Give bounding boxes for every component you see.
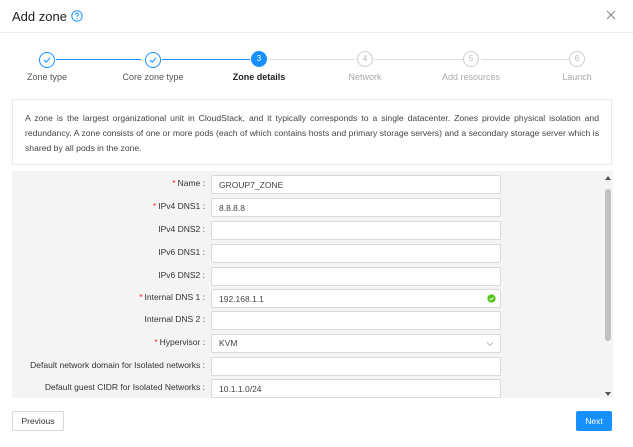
dialog-header: Add zone [12, 8, 83, 24]
step-connector [268, 59, 355, 60]
field-label: Internal DNS 2 : [144, 314, 205, 324]
steps-bar: Zone type Core zone type 3 Zone details … [0, 50, 633, 90]
step-number: 4 [357, 51, 373, 67]
check-icon [39, 52, 55, 68]
internal-dns2-input[interactable] [211, 311, 501, 330]
required-mark: * [152, 201, 157, 211]
step-label: Launch [562, 72, 592, 82]
form-row-ipv4-dns2: IPv4 DNS2 : [12, 221, 602, 241]
step-number: 5 [463, 51, 479, 67]
scroll-up-arrow-icon[interactable] [605, 176, 611, 180]
ipv6-dns1-input[interactable] [211, 244, 501, 263]
hypervisor-selected-value: KVM [219, 338, 238, 348]
ipv6-dns2-input[interactable] [211, 267, 501, 286]
step-label: Core zone type [122, 72, 184, 82]
check-circle-icon [487, 294, 496, 303]
step-label: Network [348, 72, 382, 82]
required-mark: * [139, 292, 143, 302]
field-label: IPv6 DNS2 : [158, 270, 205, 280]
field-label: * Internal DNS 1 : [139, 292, 205, 302]
next-button[interactable]: Next [576, 411, 612, 431]
form-row-ipv6-dns1: IPv6 DNS1 : [12, 244, 602, 264]
form-row-name: * Name : [12, 175, 602, 195]
step-label: Add resources [441, 72, 501, 82]
zone-details-form: *Name : *IPv4 DNS1 : IPv4 DNS2 : IPv6 DN… [12, 171, 613, 398]
close-icon[interactable] [605, 9, 617, 21]
field-label: Default guest CIDR for Isolated Networks… [44, 382, 205, 392]
field-label: * IPv4 DNS1 : [152, 201, 205, 211]
guest-cidr-input[interactable] [211, 379, 501, 398]
dialog-title: Add zone [12, 8, 67, 24]
step-connector [56, 59, 141, 60]
hypervisor-select[interactable]: KVM [211, 334, 501, 353]
header-divider [0, 32, 633, 33]
scroll-down-arrow-icon[interactable] [605, 392, 611, 396]
required-mark: * [154, 337, 158, 347]
previous-button[interactable]: Previous [12, 411, 64, 431]
step-label: Zone type [26, 72, 68, 82]
form-row-ipv4-dns1: * IPv4 DNS1 : [12, 198, 602, 218]
form-scrollbar[interactable] [603, 171, 613, 398]
step-connector [162, 59, 250, 60]
network-domain-input[interactable] [211, 357, 501, 376]
question-circle-icon[interactable] [71, 10, 83, 22]
form-row-hypervisor: * Hypervisor : KVM [12, 334, 602, 354]
form-row-network-domain: Default network domain for Isolated netw… [12, 357, 602, 377]
chevron-down-icon[interactable] [486, 340, 494, 348]
zone-description: A zone is the largest organizational uni… [12, 99, 612, 165]
check-icon [145, 52, 161, 68]
step-connector [374, 59, 463, 60]
ipv4-dns2-input[interactable] [211, 221, 501, 240]
field-label: IPv6 DNS1 : [158, 247, 205, 257]
form-row-guest-cidr: Default guest CIDR for Isolated Networks… [12, 379, 602, 398]
field-label: * Name : [172, 178, 205, 188]
ipv4-dns1-input[interactable] [211, 198, 501, 217]
step-number: 3 [251, 51, 267, 67]
required-mark: * [172, 178, 176, 188]
form-row-internal-dns2: Internal DNS 2 : [12, 311, 602, 331]
field-label: * Hypervisor : [154, 337, 205, 347]
internal-dns1-input[interactable] [211, 289, 501, 308]
form-row-ipv6-dns2: IPv6 DNS2 : [12, 267, 602, 287]
step-connector [481, 59, 570, 60]
scrollbar-thumb[interactable] [605, 189, 611, 341]
add-zone-dialog: Add zone Zone type Core zone type 3 Zone… [0, 0, 633, 447]
name-input[interactable] [211, 175, 501, 194]
field-label: Default network domain for Isolated netw… [30, 360, 205, 370]
step-number: 6 [569, 51, 585, 67]
step-label: Zone details [232, 72, 286, 82]
field-label: IPv4 DNS2 : [158, 224, 205, 234]
form-row-internal-dns1: * Internal DNS 1 : [12, 289, 602, 309]
